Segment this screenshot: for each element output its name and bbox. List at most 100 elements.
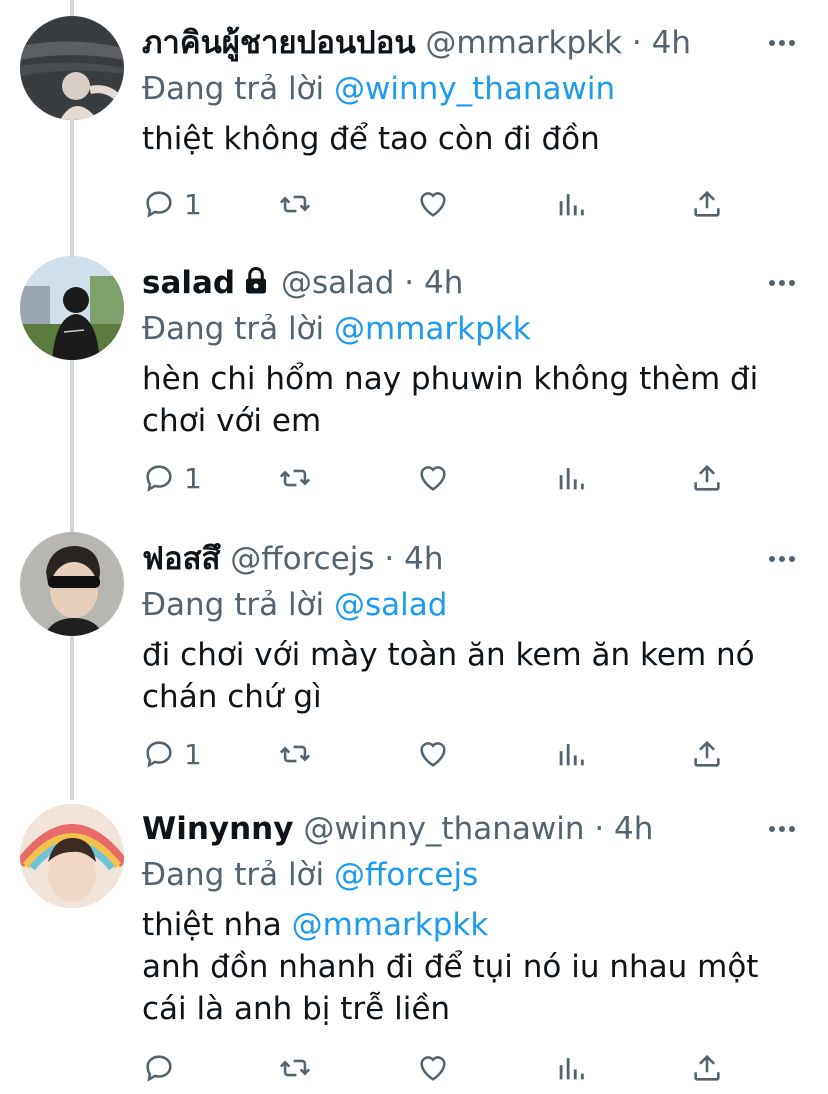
reply-button[interactable]: 1 [142, 458, 202, 498]
share-icon [694, 1054, 720, 1081]
more-icon[interactable] [764, 20, 800, 66]
replying-to: Đang trả lời @mmarkpkk [142, 306, 808, 352]
replying-to-mention[interactable]: @fforcejs [334, 857, 478, 893]
replying-to-label: Đang trả lời [142, 311, 325, 347]
share-icon [694, 464, 720, 491]
retweet-icon [279, 195, 311, 213]
display-name[interactable]: salad [142, 265, 235, 301]
tweet[interactable]: ภาคินผู้ชายปอนปอน @mmarkpkk · 4h Đang tr… [0, 0, 828, 256]
replying-to-label: Đang trả lời [142, 71, 325, 107]
tweet-text: thiệt không để tao còn đi đồn [142, 118, 808, 160]
avatar-image [20, 532, 124, 636]
tweet-header: Winynny @winny_thanawin · 4h [142, 806, 808, 852]
analytics-button[interactable] [554, 184, 588, 224]
tweet[interactable]: salad @salad · 4h Đang trả lời @mmarkpkk… [0, 256, 828, 532]
user-handle[interactable]: @fforcejs [230, 541, 374, 577]
tweet-text: hèn chi hổm nay phuwin không thèm đi chơ… [142, 358, 808, 442]
analytics-icon [559, 1058, 584, 1080]
tweet-text-line: hèn chi hổm nay phuwin không thèm đi [142, 361, 759, 397]
like-icon [420, 742, 446, 767]
tweet-text-line: chán chứ gì [142, 679, 322, 715]
tweet-header: ฟอสสึ @fforcejs · 4h [142, 536, 808, 582]
share-button[interactable] [690, 1048, 724, 1088]
display-name[interactable]: Winynny [142, 811, 293, 847]
timestamp[interactable]: · 4h [404, 265, 463, 301]
tweet-text-fragment: thiệt nha [142, 907, 292, 943]
lock-icon [246, 267, 267, 294]
replying-to-label: Đang trả lời [142, 587, 325, 623]
like-button[interactable] [416, 734, 450, 774]
avatar[interactable] [20, 16, 124, 120]
display-name[interactable]: ภาคินผู้ชายปอนปอน [142, 25, 416, 61]
display-name[interactable]: ฟอสสึ [142, 541, 220, 577]
retweet-icon [279, 1059, 311, 1077]
reply-count: 1 [184, 187, 202, 221]
retweet-icon [279, 745, 311, 763]
retweet-button[interactable] [278, 734, 312, 774]
retweet-button[interactable] [278, 184, 312, 224]
reply-count: 1 [184, 461, 202, 495]
tweet-text-line: thiệt không để tao còn đi đồn [142, 121, 600, 157]
reply-button[interactable] [142, 1048, 184, 1088]
analytics-icon [559, 194, 584, 216]
avatar-image [20, 256, 124, 360]
tweet-text-line: cái là anh bị trễ liền [142, 991, 451, 1027]
tweet[interactable]: Winynny @winny_thanawin · 4h Đang trả lờ… [0, 802, 828, 1094]
analytics-button[interactable] [554, 458, 588, 498]
like-button[interactable] [416, 1048, 450, 1088]
analytics-button[interactable] [554, 1048, 588, 1088]
more-icon[interactable] [764, 536, 800, 582]
replying-to: Đang trả lời @winny_thanawin [142, 66, 808, 112]
user-handle[interactable]: @winny_thanawin [303, 811, 584, 847]
retweet-button[interactable] [278, 458, 312, 498]
tweet-text-line: chơi với em [142, 403, 322, 439]
avatar-image [20, 804, 124, 908]
reply-count: 1 [184, 737, 202, 771]
user-handle[interactable]: @salad [281, 265, 394, 301]
share-button[interactable] [690, 184, 724, 224]
like-icon [420, 466, 446, 491]
retweet-button[interactable] [278, 1048, 312, 1088]
replying-to: Đang trả lời @salad [142, 582, 808, 628]
share-button[interactable] [690, 458, 724, 498]
reply-icon [146, 741, 172, 768]
reply-thread: ภาคินผู้ชายปอนปอน @mmarkpkk · 4h Đang tr… [0, 0, 828, 1094]
replying-to-mention[interactable]: @winny_thanawin [334, 71, 615, 107]
reply-button[interactable]: 1 [142, 184, 202, 224]
inline-mention[interactable]: @mmarkpkk [292, 907, 489, 943]
avatar[interactable] [20, 256, 124, 360]
share-icon [694, 740, 720, 767]
tweet-header: ภาคินผู้ชายปอนปอน @mmarkpkk · 4h [142, 20, 808, 66]
reply-icon [146, 1055, 172, 1082]
avatar[interactable] [20, 532, 124, 636]
replying-to-mention[interactable]: @salad [334, 587, 447, 623]
action-bar [142, 1048, 762, 1088]
timestamp[interactable]: · 4h [594, 811, 653, 847]
tweet-text: đi chơi với mày toàn ăn kem ăn kem nó ch… [142, 634, 808, 718]
tweet[interactable]: ฟอสสึ @fforcejs · 4h Đang trả lời @salad… [0, 532, 828, 802]
replying-to-mention[interactable]: @mmarkpkk [334, 311, 531, 347]
tweet-text: thiệt nha @mmarkpkk anh đồn nhanh đi để … [142, 904, 808, 1030]
replying-to-label: Đang trả lời [142, 857, 325, 893]
tweet-text-line: thiệt nha @mmarkpkk [142, 904, 808, 946]
more-icon[interactable] [764, 260, 800, 306]
more-icon[interactable] [764, 806, 800, 852]
timestamp[interactable]: · 4h [384, 541, 443, 577]
analytics-icon [559, 744, 584, 766]
timestamp[interactable]: · 4h [632, 25, 691, 61]
retweet-icon [279, 469, 311, 487]
reply-icon [146, 191, 172, 218]
avatar-image [20, 16, 124, 120]
user-handle[interactable]: @mmarkpkk [425, 25, 622, 61]
like-button[interactable] [416, 184, 450, 224]
share-button[interactable] [690, 734, 724, 774]
like-icon [420, 1056, 446, 1081]
avatar[interactable] [20, 804, 124, 908]
tweet-header: salad @salad · 4h [142, 260, 808, 306]
analytics-button[interactable] [554, 734, 588, 774]
like-icon [420, 192, 446, 217]
like-button[interactable] [416, 458, 450, 498]
tweet-text-line: anh đồn nhanh đi để tụi nó iu nhau một [142, 949, 759, 985]
analytics-icon [559, 468, 584, 490]
reply-button[interactable]: 1 [142, 734, 202, 774]
